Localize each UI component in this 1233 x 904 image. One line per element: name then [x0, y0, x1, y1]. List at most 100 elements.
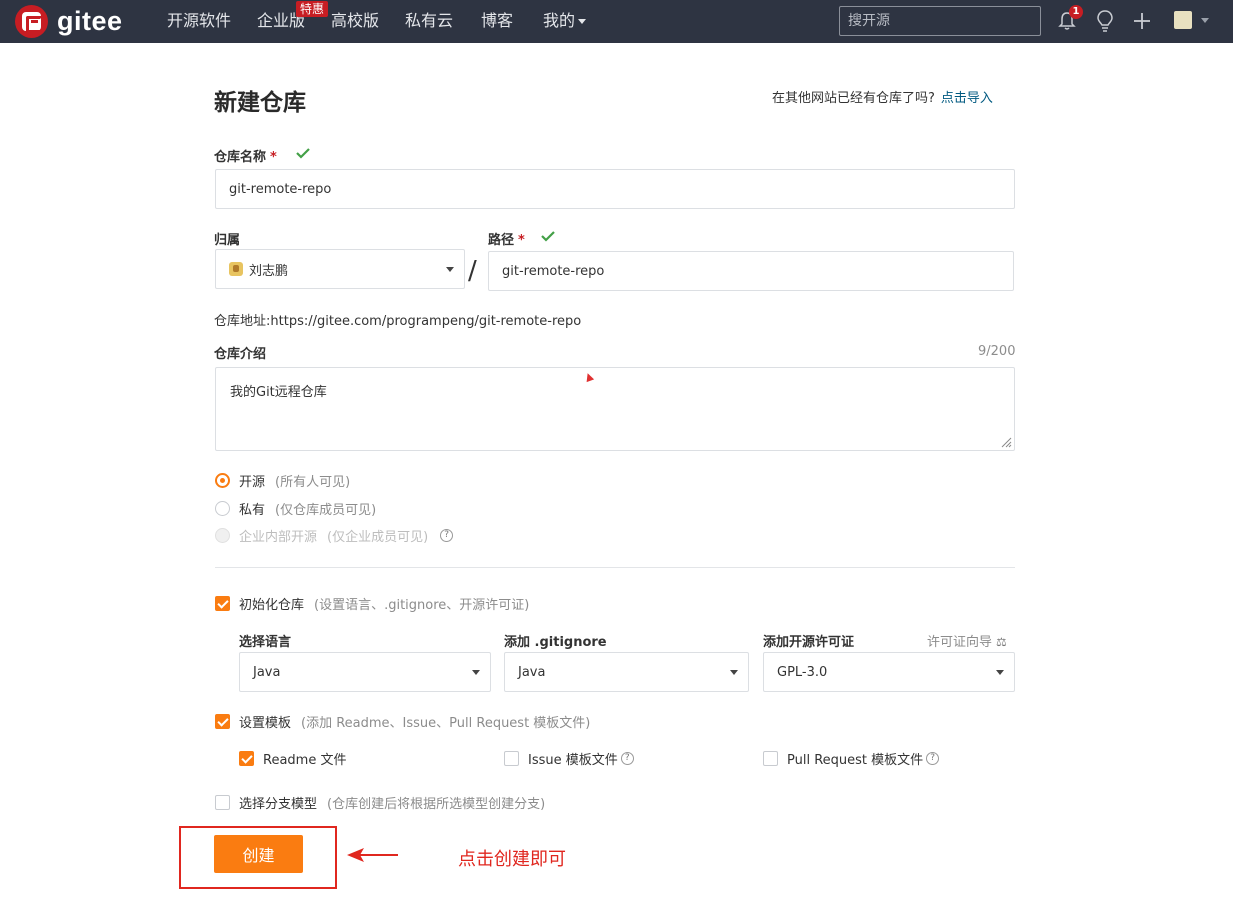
language-label: 选择语言: [239, 635, 292, 650]
visibility-internal-hint: (仅企业成员可见): [327, 530, 429, 545]
readme-checkbox[interactable]: [239, 751, 254, 766]
scale-icon: ⚖: [996, 635, 1007, 649]
path-label-text: 路径: [488, 233, 515, 248]
chevron-down-icon: [996, 670, 1004, 675]
chevron-down-icon: [446, 267, 454, 272]
help-icon[interactable]: ?: [620, 752, 634, 765]
license-guide-link[interactable]: 许可证向导 ⚖: [927, 631, 1007, 650]
init-repo-label: 初始化仓库: [239, 598, 305, 613]
chevron-down-icon: [730, 670, 738, 675]
nav-item-private-cloud[interactable]: 私有云: [405, 11, 453, 31]
pr-template-label: Pull Request 模板文件: [787, 753, 924, 768]
visibility-private-option[interactable]: 私有 (仅仓库成员可见): [215, 499, 376, 518]
radio-public[interactable]: [215, 473, 230, 488]
gitignore-label: 添加 .gitignore: [504, 635, 607, 650]
user-avatar[interactable]: [1174, 11, 1192, 29]
language-value: Java: [253, 664, 281, 680]
section-divider: [215, 567, 1015, 568]
template-hint: (添加 Readme、Issue、Pull Request 模板文件): [301, 716, 591, 731]
visibility-private-label: 私有: [239, 503, 266, 518]
repo-address-label: 仓库地址:: [214, 314, 271, 329]
help-icon[interactable]: ?: [440, 529, 454, 542]
description-label: 仓库介绍: [214, 347, 267, 362]
import-hint: 在其他网站已经有仓库了吗? 点击导入: [772, 87, 993, 106]
import-link[interactable]: 点击导入: [941, 91, 993, 106]
visibility-public-label: 开源: [239, 475, 266, 490]
license-value: GPL-3.0: [777, 664, 828, 680]
init-repo-checkbox[interactable]: [215, 596, 230, 611]
repo-address-value: https://gitee.com/programpeng/git-remote…: [270, 314, 582, 329]
notification-count-badge: 1: [1069, 5, 1083, 19]
help-icon[interactable]: ?: [926, 752, 940, 765]
readme-option[interactable]: Readme 文件: [239, 749, 346, 768]
template-option[interactable]: 设置模板 (添加 Readme、Issue、Pull Request 模板文件): [215, 712, 590, 731]
nav-item-mine[interactable]: 我的: [543, 11, 587, 31]
branch-model-label: 选择分支模型: [239, 797, 318, 812]
gitignore-value: Java: [518, 664, 546, 680]
gitee-logo[interactable]: gitee: [15, 4, 123, 38]
radio-private[interactable]: [215, 501, 230, 516]
issue-template-label: Issue 模板文件: [528, 753, 618, 768]
init-repo-option[interactable]: 初始化仓库 (设置语言、.gitignore、开源许可证): [215, 594, 529, 613]
repo-name-input[interactable]: git-remote-repo: [215, 169, 1015, 209]
description-counter: 9/200: [978, 344, 1016, 359]
chevron-down-icon: [578, 19, 587, 24]
annotation-text: 点击创建即可: [458, 849, 566, 870]
language-select[interactable]: Java: [239, 652, 491, 692]
search-input[interactable]: [840, 7, 1040, 35]
nav-item-mine-label: 我的: [543, 11, 576, 30]
required-mark: *: [518, 233, 525, 248]
owner-select[interactable]: 刘志鹏: [215, 249, 465, 289]
template-label: 设置模板: [239, 716, 292, 731]
branch-model-option[interactable]: 选择分支模型 (仓库创建后将根据所选模型创建分支): [215, 793, 545, 812]
init-repo-hint: (设置语言、.gitignore、开源许可证): [314, 598, 530, 613]
arrow-left-icon: [347, 848, 398, 862]
nav-item-blog[interactable]: 博客: [481, 11, 513, 31]
license-select[interactable]: GPL-3.0: [763, 652, 1015, 692]
lightbulb-icon[interactable]: [1095, 9, 1115, 33]
required-mark: *: [270, 150, 277, 165]
description-value: 我的Git远程仓库: [230, 385, 327, 400]
owner-avatar-icon: [229, 262, 243, 276]
description-textarea[interactable]: 我的Git远程仓库: [215, 367, 1015, 451]
gitee-logo-icon: [15, 4, 48, 38]
search-box: [839, 6, 1041, 36]
valid-check-icon: [296, 148, 310, 159]
gitignore-select[interactable]: Java: [504, 652, 749, 692]
path-separator: /: [468, 256, 477, 286]
highlight-box: [179, 826, 337, 889]
repo-name-value: git-remote-repo: [229, 181, 332, 197]
valid-check-icon: [541, 231, 555, 242]
template-checkbox[interactable]: [215, 714, 230, 729]
visibility-public-hint: (所有人可见): [275, 475, 351, 490]
visibility-internal-option: 企业内部开源 (仅企业成员可见) ?: [215, 526, 454, 545]
visibility-public-option[interactable]: 开源 (所有人可见): [215, 471, 350, 490]
branch-model-checkbox[interactable]: [215, 795, 230, 810]
promo-badge: 特惠: [296, 1, 329, 17]
chevron-down-icon: [472, 670, 480, 675]
import-hint-text: 在其他网站已经有仓库了吗?: [772, 91, 935, 106]
owner-label: 归属: [214, 233, 241, 248]
resize-grip-icon[interactable]: [1000, 436, 1012, 448]
issue-template-option[interactable]: Issue 模板文件 ?: [504, 749, 634, 768]
radio-internal: [215, 528, 230, 543]
path-input[interactable]: git-remote-repo: [488, 251, 1014, 291]
path-value: git-remote-repo: [502, 263, 605, 279]
nav-item-education[interactable]: 高校版: [331, 11, 379, 31]
avatar-chevron-down-icon[interactable]: [1201, 18, 1209, 23]
visibility-private-hint: (仅仓库成员可见): [275, 503, 377, 518]
readme-label: Readme 文件: [263, 753, 347, 768]
repo-name-label: 仓库名称 *: [214, 146, 277, 165]
license-guide-text: 许可证向导: [927, 635, 993, 650]
logo-text: gitee: [57, 5, 123, 36]
path-label: 路径 *: [488, 229, 525, 248]
pr-template-option[interactable]: Pull Request 模板文件 ?: [763, 749, 940, 768]
pr-template-checkbox[interactable]: [763, 751, 778, 766]
license-label: 添加开源许可证: [763, 635, 855, 650]
owner-value: 刘志鹏: [249, 263, 289, 279]
issue-template-checkbox[interactable]: [504, 751, 519, 766]
repo-name-label-text: 仓库名称: [214, 150, 267, 165]
plus-icon[interactable]: [1132, 11, 1152, 31]
repo-address: 仓库地址:https://gitee.com/programpeng/git-r…: [214, 310, 581, 329]
nav-item-opensource[interactable]: 开源软件: [167, 11, 231, 31]
